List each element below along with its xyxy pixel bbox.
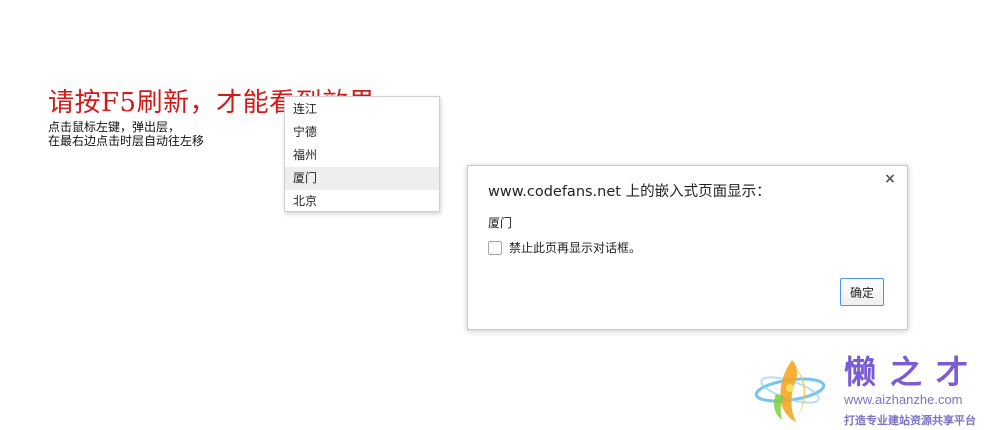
close-icon[interactable]: × [883, 172, 897, 186]
suppress-dialogs-row: 禁止此页再显示对话框。 [488, 239, 641, 256]
site-logo-icon [754, 360, 826, 422]
dialog-message: 厦门 [488, 216, 513, 230]
suppress-dialogs-label[interactable]: 禁止此页再显示对话框。 [509, 239, 641, 256]
instruction-line-2: 在最右边点击时层自动往左移 [48, 134, 205, 148]
watermark-slogan: 打造专业建站资源共享平台 [844, 414, 976, 427]
watermark: 懒之才 www.aizhanzhe.com 打造专业建站资源共享平台 [752, 352, 992, 428]
popup-item-xiamen[interactable]: 厦门 [285, 167, 439, 190]
ok-button[interactable]: 确定 [840, 278, 884, 306]
dialog-title: www.codefans.net 上的嵌入式页面显示： [488, 184, 771, 200]
popup-item-ningde[interactable]: 宁德 [285, 121, 439, 144]
instruction-line-1: 点击鼠标左键，弹出层， [48, 120, 181, 134]
instructions: 点击鼠标左键，弹出层， 在最右边点击时层自动往左移 [48, 120, 204, 148]
popup-item-lianjiang[interactable]: 连江 [285, 98, 439, 121]
suppress-dialogs-checkbox[interactable] [488, 240, 502, 255]
popup-menu: 连江 宁德 福州 厦门 北京 [284, 96, 440, 212]
watermark-url: www.aizhanzhe.com [844, 392, 963, 407]
popup-item-fuzhou[interactable]: 福州 [285, 144, 439, 167]
watermark-brand: 懒之才 [844, 353, 983, 391]
popup-item-beijing[interactable]: 北京 [285, 190, 439, 213]
alert-dialog: www.codefans.net 上的嵌入式页面显示： × 厦门 禁止此页再显示… [467, 165, 908, 330]
